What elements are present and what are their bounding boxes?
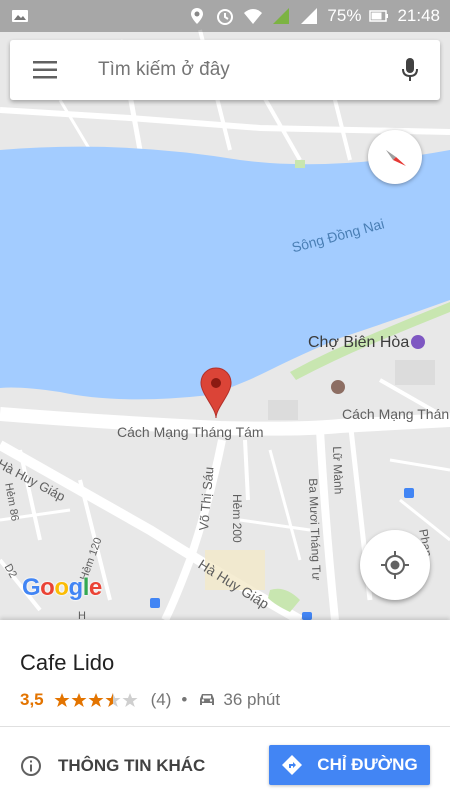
road-label-h: H <box>78 610 86 620</box>
street-label-cmt8-right: Cách Mạng Thán <box>342 406 450 422</box>
menu-button[interactable] <box>10 40 80 100</box>
market-label[interactable]: Chợ Biên Hòa <box>308 334 409 352</box>
star-full-icon <box>71 693 87 707</box>
place-name: Cafe Lido <box>20 650 115 675</box>
location-icon <box>191 8 204 24</box>
info-icon <box>21 756 41 776</box>
gallery-icon <box>12 10 28 22</box>
divider <box>0 726 450 727</box>
star-full-icon <box>88 693 104 707</box>
wifi-icon <box>244 9 263 24</box>
status-left <box>10 6 30 26</box>
search-input[interactable]: Tìm kiếm ở đây <box>80 40 380 100</box>
rating-value: 3,5 <box>20 690 44 709</box>
car-icon <box>200 694 215 705</box>
more-info-button[interactable]: THÔNG TIN KHÁC <box>20 746 205 786</box>
battery-icon <box>369 10 389 22</box>
place-bottom-sheet[interactable]: Cafe Lido 3,5 (4) • 36 phút THÔNG TIN KH… <box>0 620 450 800</box>
star-full-icon <box>54 693 70 707</box>
microphone-icon <box>402 58 418 81</box>
voice-search-button[interactable] <box>380 40 440 100</box>
battery-percent: 75% <box>327 6 362 25</box>
hamburger-menu-icon <box>33 61 57 79</box>
place-meta-row: 3,5 (4) • 36 phút <box>20 688 280 712</box>
rating-stars <box>54 692 139 708</box>
directions-button[interactable]: CHỈ ĐƯỜNG <box>269 745 430 785</box>
status-time: 21:48 <box>397 6 440 25</box>
crosshair-icon <box>381 551 409 579</box>
drive-time: 36 phút <box>223 690 281 709</box>
alarm-icon <box>217 9 234 25</box>
signal-icon-1 <box>273 8 290 24</box>
star-half-icon <box>105 693 121 707</box>
review-count[interactable]: (4) <box>151 690 172 710</box>
status-bar: 75% 21:48 <box>0 0 450 32</box>
directions-label: CHỈ ĐƯỜNG <box>317 755 418 774</box>
alley-label-200: Hẻm 200 <box>230 494 244 543</box>
place-marker-icon[interactable] <box>199 366 233 420</box>
search-bar[interactable]: Tìm kiếm ở đây <box>10 40 440 100</box>
star-empty-icon <box>122 693 138 707</box>
meta-separator: • <box>181 690 188 709</box>
compass-icon <box>386 150 406 166</box>
directions-icon <box>282 755 303 775</box>
street-label-luu-manh: Lữ Mành <box>330 446 346 495</box>
more-info-label: THÔNG TIN KHÁC <box>58 756 206 775</box>
status-right: 75% 21:48 <box>187 6 440 26</box>
google-logo: Google <box>22 574 102 601</box>
compass-button[interactable] <box>368 130 422 184</box>
signal-icon-2 <box>301 8 318 24</box>
my-location-button[interactable] <box>360 530 430 600</box>
street-label-cmt8: Cách Mạng Tháng Tám <box>117 424 264 440</box>
